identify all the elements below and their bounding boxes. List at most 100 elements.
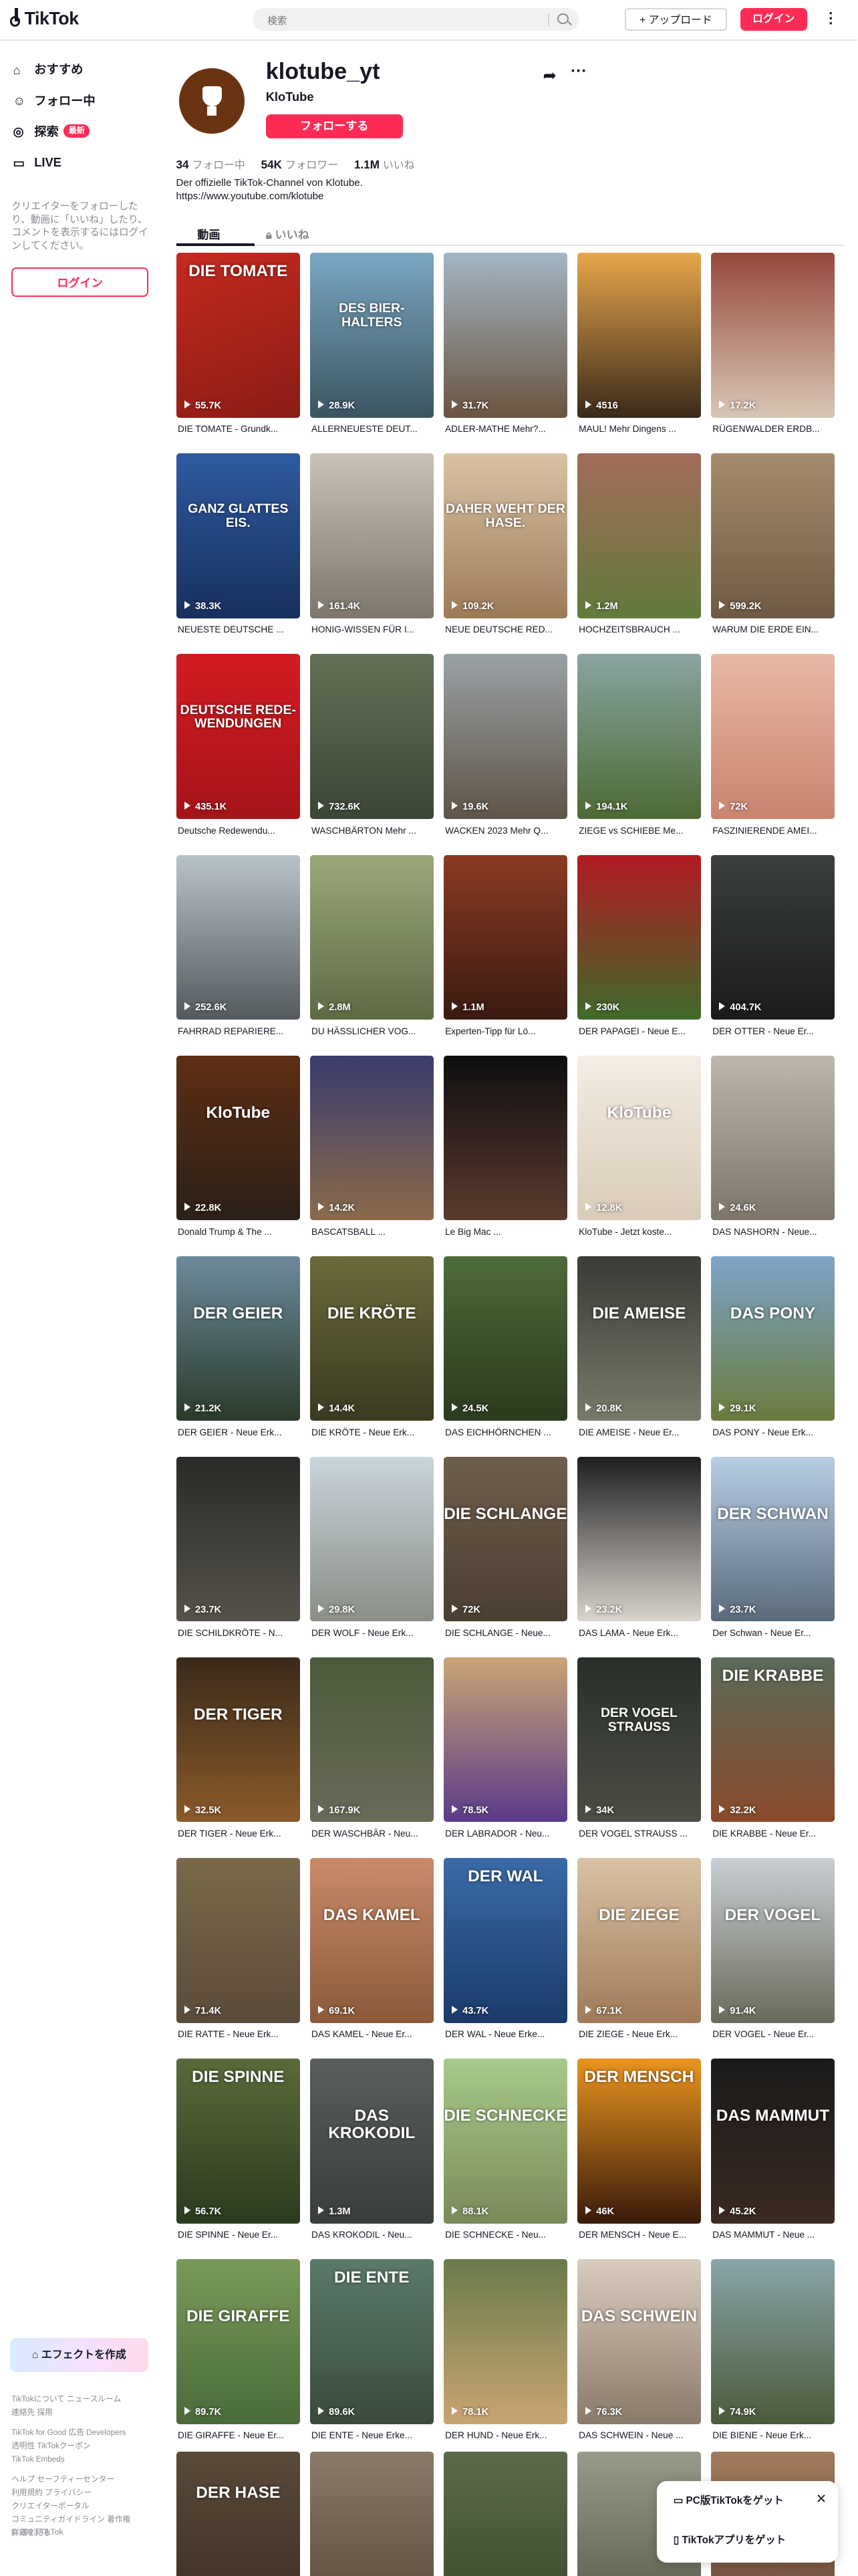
video-card[interactable]: 31.7K ADLER-MATHE Mehr?...: [443, 253, 568, 453]
video-caption[interactable]: NEUE DEUTSCHE RED...: [445, 624, 566, 634]
video-thumbnail[interactable]: 14.2K: [309, 1055, 434, 1221]
video-caption[interactable]: DER VOGEL STRAUSS ...: [579, 1829, 700, 1839]
video-thumbnail[interactable]: DIE SCHNECKE 88.1K: [443, 2059, 568, 2224]
footer-link[interactable]: クリエイターポータル: [11, 2500, 158, 2513]
video-thumbnail[interactable]: DAS SCHWEIN 76.3K: [577, 2259, 702, 2424]
video-thumbnail[interactable]: DEUTSCHE REDE-WENDUNGEN 435.1K: [176, 654, 300, 819]
video-card[interactable]: 599.2K WARUM DIE ERDE EIN...: [710, 453, 835, 654]
tab-videos[interactable]: 動画: [197, 225, 220, 242]
video-card[interactable]: 14.2K BASCATSBALL ...: [309, 1055, 434, 1256]
video-card[interactable]: DIE TOMATE 55.7K DIE TOMATE - Grundk...: [176, 253, 300, 453]
video-thumbnail[interactable]: DAS KROKODIL 1.3M: [309, 2059, 434, 2224]
create-effect-button[interactable]: ⌂ エフェクトを作成: [9, 2337, 149, 2372]
video-card[interactable]: DER GEIER 21.2K DER GEIER - Neue Erk...: [176, 1256, 300, 1457]
video-thumbnail[interactable]: 252.6K: [176, 854, 300, 1020]
video-thumbnail[interactable]: DER VOGEL 91.4K: [710, 1858, 835, 2023]
video-thumbnail[interactable]: DIE SPINNE 56.7K: [176, 2059, 300, 2224]
video-thumbnail[interactable]: [309, 2452, 434, 2576]
video-thumbnail[interactable]: DER MENSCH 46K: [577, 2059, 702, 2224]
video-thumbnail[interactable]: 24.6K: [710, 1055, 835, 1221]
video-card[interactable]: 71.4K DIE RATTE - Neue Erk...: [176, 1858, 300, 2059]
video-thumbnail[interactable]: DER VOGEL STRAUSS 34K: [577, 1657, 702, 1823]
video-caption[interactable]: Le Big Mac ...: [445, 1227, 566, 1237]
video-thumbnail[interactable]: 29.8K: [309, 1456, 434, 1622]
footer-link[interactable]: ヘルプ セーフティーセンター: [11, 2473, 158, 2486]
video-card[interactable]: 23.7K DIE SCHILDKRÖTE - N...: [176, 1456, 300, 1657]
video-caption[interactable]: NEUESTE DEUTSCHE ...: [178, 624, 299, 634]
video-card[interactable]: 1.1M Experten-Tipp für Lö...: [443, 854, 568, 1056]
video-thumbnail[interactable]: DER HASE: [176, 2452, 300, 2576]
video-card[interactable]: KloTube 12.8K KloTube - Jetzt koste...: [577, 1055, 702, 1256]
video-thumbnail[interactable]: KloTube 12.8K: [577, 1055, 702, 1221]
video-card[interactable]: 23.2K DAS LAMA - Neue Erk...: [577, 1456, 702, 1657]
video-caption[interactable]: DIE BIENE - Neue Erk...: [712, 2430, 833, 2440]
video-card[interactable]: DER VOGEL 91.4K DER VOGEL - Neue Er...: [710, 1858, 835, 2059]
video-card[interactable]: DER TIGER 32.5K DER TIGER - Neue Erk...: [176, 1657, 300, 1858]
video-card[interactable]: DIE ENTE 89.6K DIE ENTE - Neue Erke...: [309, 2259, 434, 2460]
video-thumbnail[interactable]: DER TIGER 32.5K: [176, 1657, 300, 1823]
video-card[interactable]: 230K DER PAPAGEI - Neue E...: [577, 854, 702, 1056]
video-card[interactable]: 17.2K RÜGENWALDER ERDB...: [710, 253, 835, 453]
video-thumbnail[interactable]: 71.4K: [176, 1858, 300, 2023]
search-icon[interactable]: [557, 13, 569, 24]
video-caption[interactable]: DAS NASHORN - Neue...: [712, 1227, 833, 1237]
video-caption[interactable]: DIE SPINNE - Neue Er...: [178, 2230, 299, 2240]
follow-button[interactable]: フォローする: [265, 114, 403, 139]
tiktok-logo[interactable]: TikTok: [9, 8, 79, 29]
sidebar-item-foryou[interactable]: ⌂ おすすめ: [13, 60, 84, 78]
video-thumbnail[interactable]: DIE ZIEGE 67.1K: [577, 1858, 702, 2023]
video-card[interactable]: 2.8M DU HÄSSLICHER VOG...: [309, 854, 434, 1056]
video-thumbnail[interactable]: DIE AMEISE 20.8K: [577, 1256, 702, 1421]
video-card[interactable]: 29.8K DER WOLF - Neue Erk...: [309, 1456, 434, 1657]
video-card[interactable]: 161.4K HONIG-WISSEN FÜR I...: [309, 453, 434, 654]
video-caption[interactable]: HONIG-WISSEN FÜR I...: [311, 624, 432, 634]
sidebar-item-explore[interactable]: ◎ 探索 最新: [13, 122, 90, 140]
video-card[interactable]: 167.9K DER WASCHBÄR - Neu...: [309, 1657, 434, 1858]
video-card[interactable]: DAS MAMMUT 45.2K DAS MAMMUT - Neue ...: [710, 2059, 835, 2259]
footer-link[interactable]: コミュニティガイドライン 著作権: [11, 2513, 158, 2527]
video-caption[interactable]: DAS MAMMUT - Neue ...: [712, 2230, 833, 2240]
video-thumbnail[interactable]: [443, 2452, 568, 2576]
video-thumbnail[interactable]: DIE TOMATE 55.7K: [176, 253, 300, 418]
video-card[interactable]: 194.1K ZIEGE vs SCHIEBE Me...: [577, 654, 702, 854]
video-card[interactable]: DAHER WEHT DER HASE. 109.2K NEUE DEUTSCHE …: [443, 453, 568, 654]
video-caption[interactable]: RÜGENWALDER ERDB...: [712, 424, 833, 434]
video-thumbnail[interactable]: 1.1M: [443, 854, 568, 1020]
video-caption[interactable]: MAUL! Mehr Dingens ...: [579, 424, 700, 434]
video-thumbnail[interactable]: DIE GIRAFFE 89.7K: [176, 2259, 300, 2424]
video-card[interactable]: DER VOGEL STRAUSS 34K DER VOGEL STRAUSS ..…: [577, 1657, 702, 1858]
sidebar-item-live[interactable]: ▭ LIVE: [13, 155, 61, 170]
video-caption[interactable]: DIE SCHLANGE - Neue...: [445, 1628, 566, 1638]
video-thumbnail[interactable]: 732.6K: [309, 654, 434, 819]
video-caption[interactable]: ZIEGE vs SCHIEBE Me...: [579, 826, 700, 836]
video-thumbnail[interactable]: 23.7K: [176, 1456, 300, 1622]
video-card[interactable]: 24.6K DAS NASHORN - Neue...: [710, 1055, 835, 1256]
search-input[interactable]: [264, 11, 540, 31]
video-thumbnail[interactable]: DIE KRÖTE 14.4K: [309, 1256, 434, 1421]
video-caption[interactable]: DIE TOMATE - Grundk...: [178, 424, 299, 434]
video-card[interactable]: DIE GIRAFFE 89.7K DIE GIRAFFE - Neue Er...: [176, 2259, 300, 2460]
video-caption[interactable]: DER OTTER - Neue Er...: [712, 1026, 833, 1036]
video-thumbnail[interactable]: DIE ENTE 89.6K: [309, 2259, 434, 2424]
video-caption[interactable]: DAS PONY - Neue Erk...: [712, 1427, 833, 1437]
video-card[interactable]: DIE AMEISE 20.8K DIE AMEISE - Neue Er...: [577, 1256, 702, 1457]
video-thumbnail[interactable]: [443, 1055, 568, 1221]
profile-more-icon[interactable]: ···: [571, 62, 587, 81]
video-thumbnail[interactable]: 161.4K: [309, 453, 434, 618]
video-card[interactable]: GANZ GLATTES EIS. 38.3K NEUESTE DEUTSCHE .…: [176, 453, 300, 654]
video-card[interactable]: 1.2M HOCHZEITSBRAUCH ...: [577, 453, 702, 654]
video-caption[interactable]: DIE ZIEGE - Neue Erk...: [579, 2029, 700, 2039]
video-thumbnail[interactable]: 19.6K: [443, 654, 568, 819]
video-caption[interactable]: ADLER-MATHE Mehr?...: [445, 424, 566, 434]
video-card[interactable]: 4516 MAUL! Mehr Dingens ...: [577, 253, 702, 453]
video-card[interactable]: DER SCHWAN 23.7K Der Schwan - Neue Er...: [710, 1456, 835, 1657]
video-card[interactable]: 732.6K WASCHBÄRTON Mehr ...: [309, 654, 434, 854]
video-thumbnail[interactable]: DER SCHWAN 23.7K: [710, 1456, 835, 1622]
footer-link[interactable]: TikTok Embeds: [11, 2453, 158, 2466]
video-caption[interactable]: DIE ENTE - Neue Erke...: [311, 2430, 432, 2440]
upload-button[interactable]: + アップロード: [624, 8, 728, 31]
video-thumbnail[interactable]: 1.2M: [577, 453, 702, 618]
video-caption[interactable]: DIE RATTE - Neue Erk...: [178, 2029, 299, 2039]
sidebar-login-button[interactable]: ログイン: [11, 267, 149, 298]
video-card[interactable]: 78.1K DER HUND - Neue Erk...: [443, 2259, 568, 2460]
